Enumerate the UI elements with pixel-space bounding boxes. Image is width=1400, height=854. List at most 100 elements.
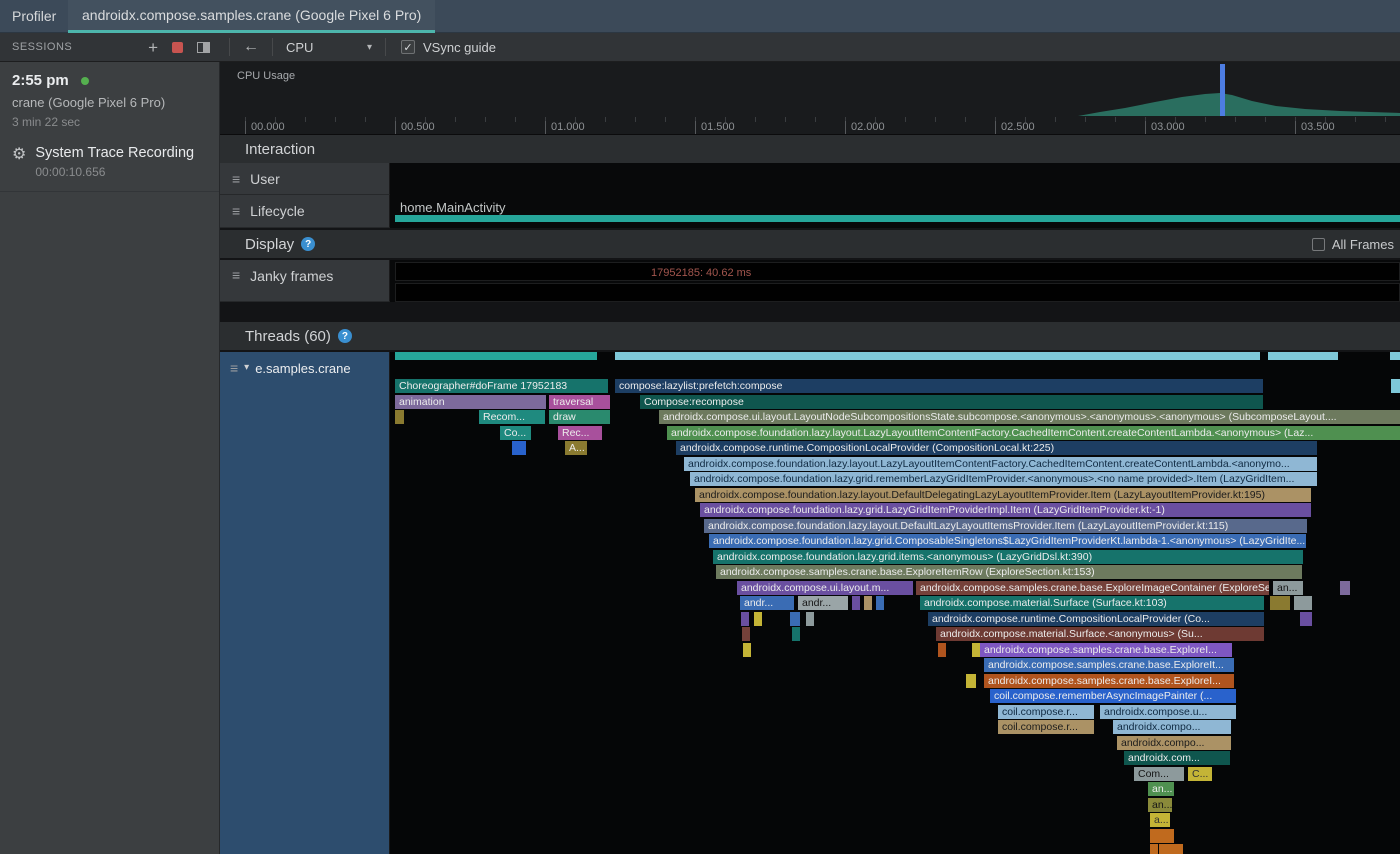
trace-slice[interactable]: androidx.compose.ui.layout.LayoutNodeSub… — [659, 410, 1400, 424]
trace-slice[interactable] — [806, 612, 814, 626]
trace-slice[interactable]: coil.compose.r... — [998, 720, 1094, 734]
stop-recording-icon[interactable] — [172, 42, 183, 53]
trace-slice[interactable]: androidx.compose.foundation.lazy.layout.… — [695, 488, 1311, 502]
trace-slice[interactable] — [938, 643, 946, 657]
trace-slice[interactable] — [741, 612, 749, 626]
trace-slice[interactable] — [876, 596, 884, 610]
trace-slice[interactable]: androidx.compose.foundation.lazy.grid.Co… — [709, 534, 1306, 548]
lifecycle-activity-bar[interactable] — [395, 215, 1400, 222]
trace-slice[interactable]: androidx.compose.samples.crane.base.Expl… — [980, 643, 1232, 657]
drag-handle-icon[interactable]: ≡ — [232, 268, 240, 282]
trace-slice[interactable]: Rec... — [558, 426, 602, 440]
janky-frames-track[interactable]: 17952185: 40.62 ms — [390, 260, 1400, 302]
trace-slice[interactable] — [864, 596, 872, 610]
trace-slice[interactable] — [1390, 352, 1400, 360]
trace-slice[interactable]: androidx.compose.runtime.CompositionLoca… — [676, 441, 1317, 455]
trace-slice[interactable]: Choreographer#doFrame 17952183 — [395, 379, 608, 393]
trace-slice[interactable] — [742, 627, 750, 641]
user-track[interactable] — [390, 163, 1400, 195]
session-entry[interactable]: 2:55 pm crane (Google Pixel 6 Pro) 3 min… — [0, 62, 219, 135]
trace-slice[interactable] — [792, 627, 800, 641]
recording-entry[interactable]: ⚙ System Trace Recording 00:00:10.656 — [0, 135, 219, 192]
session-tab[interactable]: androidx.compose.samples.crane (Google P… — [68, 0, 435, 33]
trace-slice[interactable]: androidx.compose.foundation.lazy.grid.La… — [700, 503, 1311, 517]
cpu-dropdown[interactable]: CPU ▾ — [286, 40, 372, 55]
trace-slice[interactable]: androidx.compose.samples.crane.base.Expl… — [984, 658, 1234, 672]
collapse-panel-icon[interactable] — [197, 42, 210, 53]
trace-slice[interactable] — [1175, 844, 1183, 854]
trace-slice[interactable] — [1340, 581, 1350, 595]
drag-handle-icon[interactable]: ≡ — [230, 361, 238, 375]
trace-slice[interactable]: an... — [1148, 798, 1172, 812]
trace-slice[interactable]: A... — [565, 441, 587, 455]
thread-label-crane[interactable]: ≡ ▾ e.samples.crane — [220, 352, 390, 854]
trace-slice[interactable]: androidx.compose.u... — [1100, 705, 1236, 719]
trace-slice[interactable]: Com... — [1134, 767, 1184, 781]
trace-slice[interactable] — [743, 643, 751, 657]
trace-slice[interactable] — [1270, 596, 1290, 610]
trace-slice[interactable] — [1294, 596, 1312, 610]
time-axis[interactable]: 00.00000.50001.00001.50002.00002.50003.0… — [220, 117, 1400, 135]
trace-slice[interactable] — [1300, 612, 1312, 626]
trace-slice[interactable]: coil.compose.rememberAsyncImagePainter (… — [990, 689, 1236, 703]
trace-slice[interactable]: an... — [1148, 782, 1174, 796]
janky-frame-band[interactable]: 17952185: 40.62 ms — [395, 262, 1400, 281]
drag-handle-icon[interactable]: ≡ — [232, 204, 240, 218]
trace-slice[interactable]: Compose:recompose — [640, 395, 1263, 409]
trace-slice[interactable] — [395, 352, 597, 360]
trace-slice[interactable]: androidx.compose.ui.layout.m... — [737, 581, 913, 595]
trace-slice[interactable]: androidx.compose.foundation.lazy.layout.… — [684, 457, 1317, 471]
track-label-lifecycle[interactable]: ≡ Lifecycle — [220, 195, 390, 228]
trace-slice[interactable]: coil.compose.r... — [998, 705, 1094, 719]
trace-slice[interactable]: andr... — [798, 596, 848, 610]
trace-slice[interactable]: androidx.compose.material.Surface (Surfa… — [920, 596, 1264, 610]
janky-frame-band[interactable] — [395, 283, 1400, 302]
trace-slice[interactable] — [615, 352, 1260, 360]
trace-slice[interactable]: androidx.compose.runtime.CompositionLoca… — [928, 612, 1264, 626]
trace-slice[interactable]: androidx.com... — [1124, 751, 1230, 765]
trace-slice[interactable]: androidx.compose.foundation.lazy.layout.… — [704, 519, 1307, 533]
trace-slice[interactable]: androidx.compose.samples.crane.base.Expl… — [716, 565, 1302, 579]
trace-slice[interactable]: androidx.compose.samples.crane.base.Expl… — [984, 674, 1234, 688]
back-arrow-icon[interactable]: ← — [239, 38, 263, 56]
trace-slice[interactable]: Recom... — [479, 410, 545, 424]
trace-slice[interactable] — [966, 674, 976, 688]
trace-slice[interactable] — [1150, 844, 1158, 854]
expand-caret-icon[interactable]: ▾ — [244, 361, 249, 375]
track-label-user[interactable]: ≡ User — [220, 163, 390, 195]
trace-slice[interactable]: draw — [549, 410, 610, 424]
trace-slice[interactable]: an... — [1273, 581, 1303, 595]
trace-slice[interactable] — [1268, 352, 1338, 360]
cpu-usage-panel[interactable]: CPU Usage 00.00000.50001.00001.50002.000… — [220, 62, 1400, 135]
trace-slice[interactable]: Co... — [500, 426, 531, 440]
help-icon[interactable]: ? — [301, 237, 315, 251]
drag-handle-icon[interactable]: ≡ — [232, 172, 240, 186]
trace-slice[interactable]: androidx.compose.foundation.lazy.grid.re… — [690, 472, 1317, 486]
trace-slice[interactable] — [790, 612, 800, 626]
trace-slice[interactable]: androidx.compo... — [1113, 720, 1231, 734]
trace-slice[interactable]: animation — [395, 395, 546, 409]
trace-slice[interactable] — [972, 643, 980, 657]
trace-slice[interactable]: C... — [1188, 767, 1212, 781]
trace-slice[interactable]: andr... — [740, 596, 794, 610]
all-frames-checkbox[interactable]: All Frames — [1312, 237, 1394, 252]
trace-slice[interactable] — [754, 612, 762, 626]
vsync-guide-checkbox[interactable]: ✓ VSync guide — [401, 40, 496, 55]
trace-slice[interactable] — [395, 410, 404, 424]
track-label-janky-frames[interactable]: ≡ Janky frames — [220, 260, 390, 302]
trace-slice[interactable]: compose:lazylist:prefetch:compose — [615, 379, 1263, 393]
lifecycle-track[interactable]: home.MainActivity — [390, 195, 1400, 228]
trace-slice[interactable]: androidx.compose.foundation.lazy.layout.… — [667, 426, 1400, 440]
trace-slice[interactable] — [1150, 829, 1174, 843]
trace-slice[interactable]: androidx.compose.foundation.lazy.grid.it… — [713, 550, 1303, 564]
trace-slice[interactable]: androidx.compo... — [1117, 736, 1231, 750]
trace-slice[interactable]: traversal — [549, 395, 610, 409]
trace-slice[interactable] — [1167, 844, 1175, 854]
trace-slice[interactable]: androidx.compose.material.Surface.<anony… — [936, 627, 1264, 641]
trace-slice[interactable] — [512, 441, 526, 455]
trace-slice[interactable] — [1159, 844, 1167, 854]
trace-slice[interactable]: a... — [1150, 813, 1170, 827]
trace-slice[interactable]: androidx.compose.samples.crane.base.Expl… — [916, 581, 1269, 595]
add-session-icon[interactable]: + — [148, 39, 158, 56]
help-icon[interactable]: ? — [338, 329, 352, 343]
